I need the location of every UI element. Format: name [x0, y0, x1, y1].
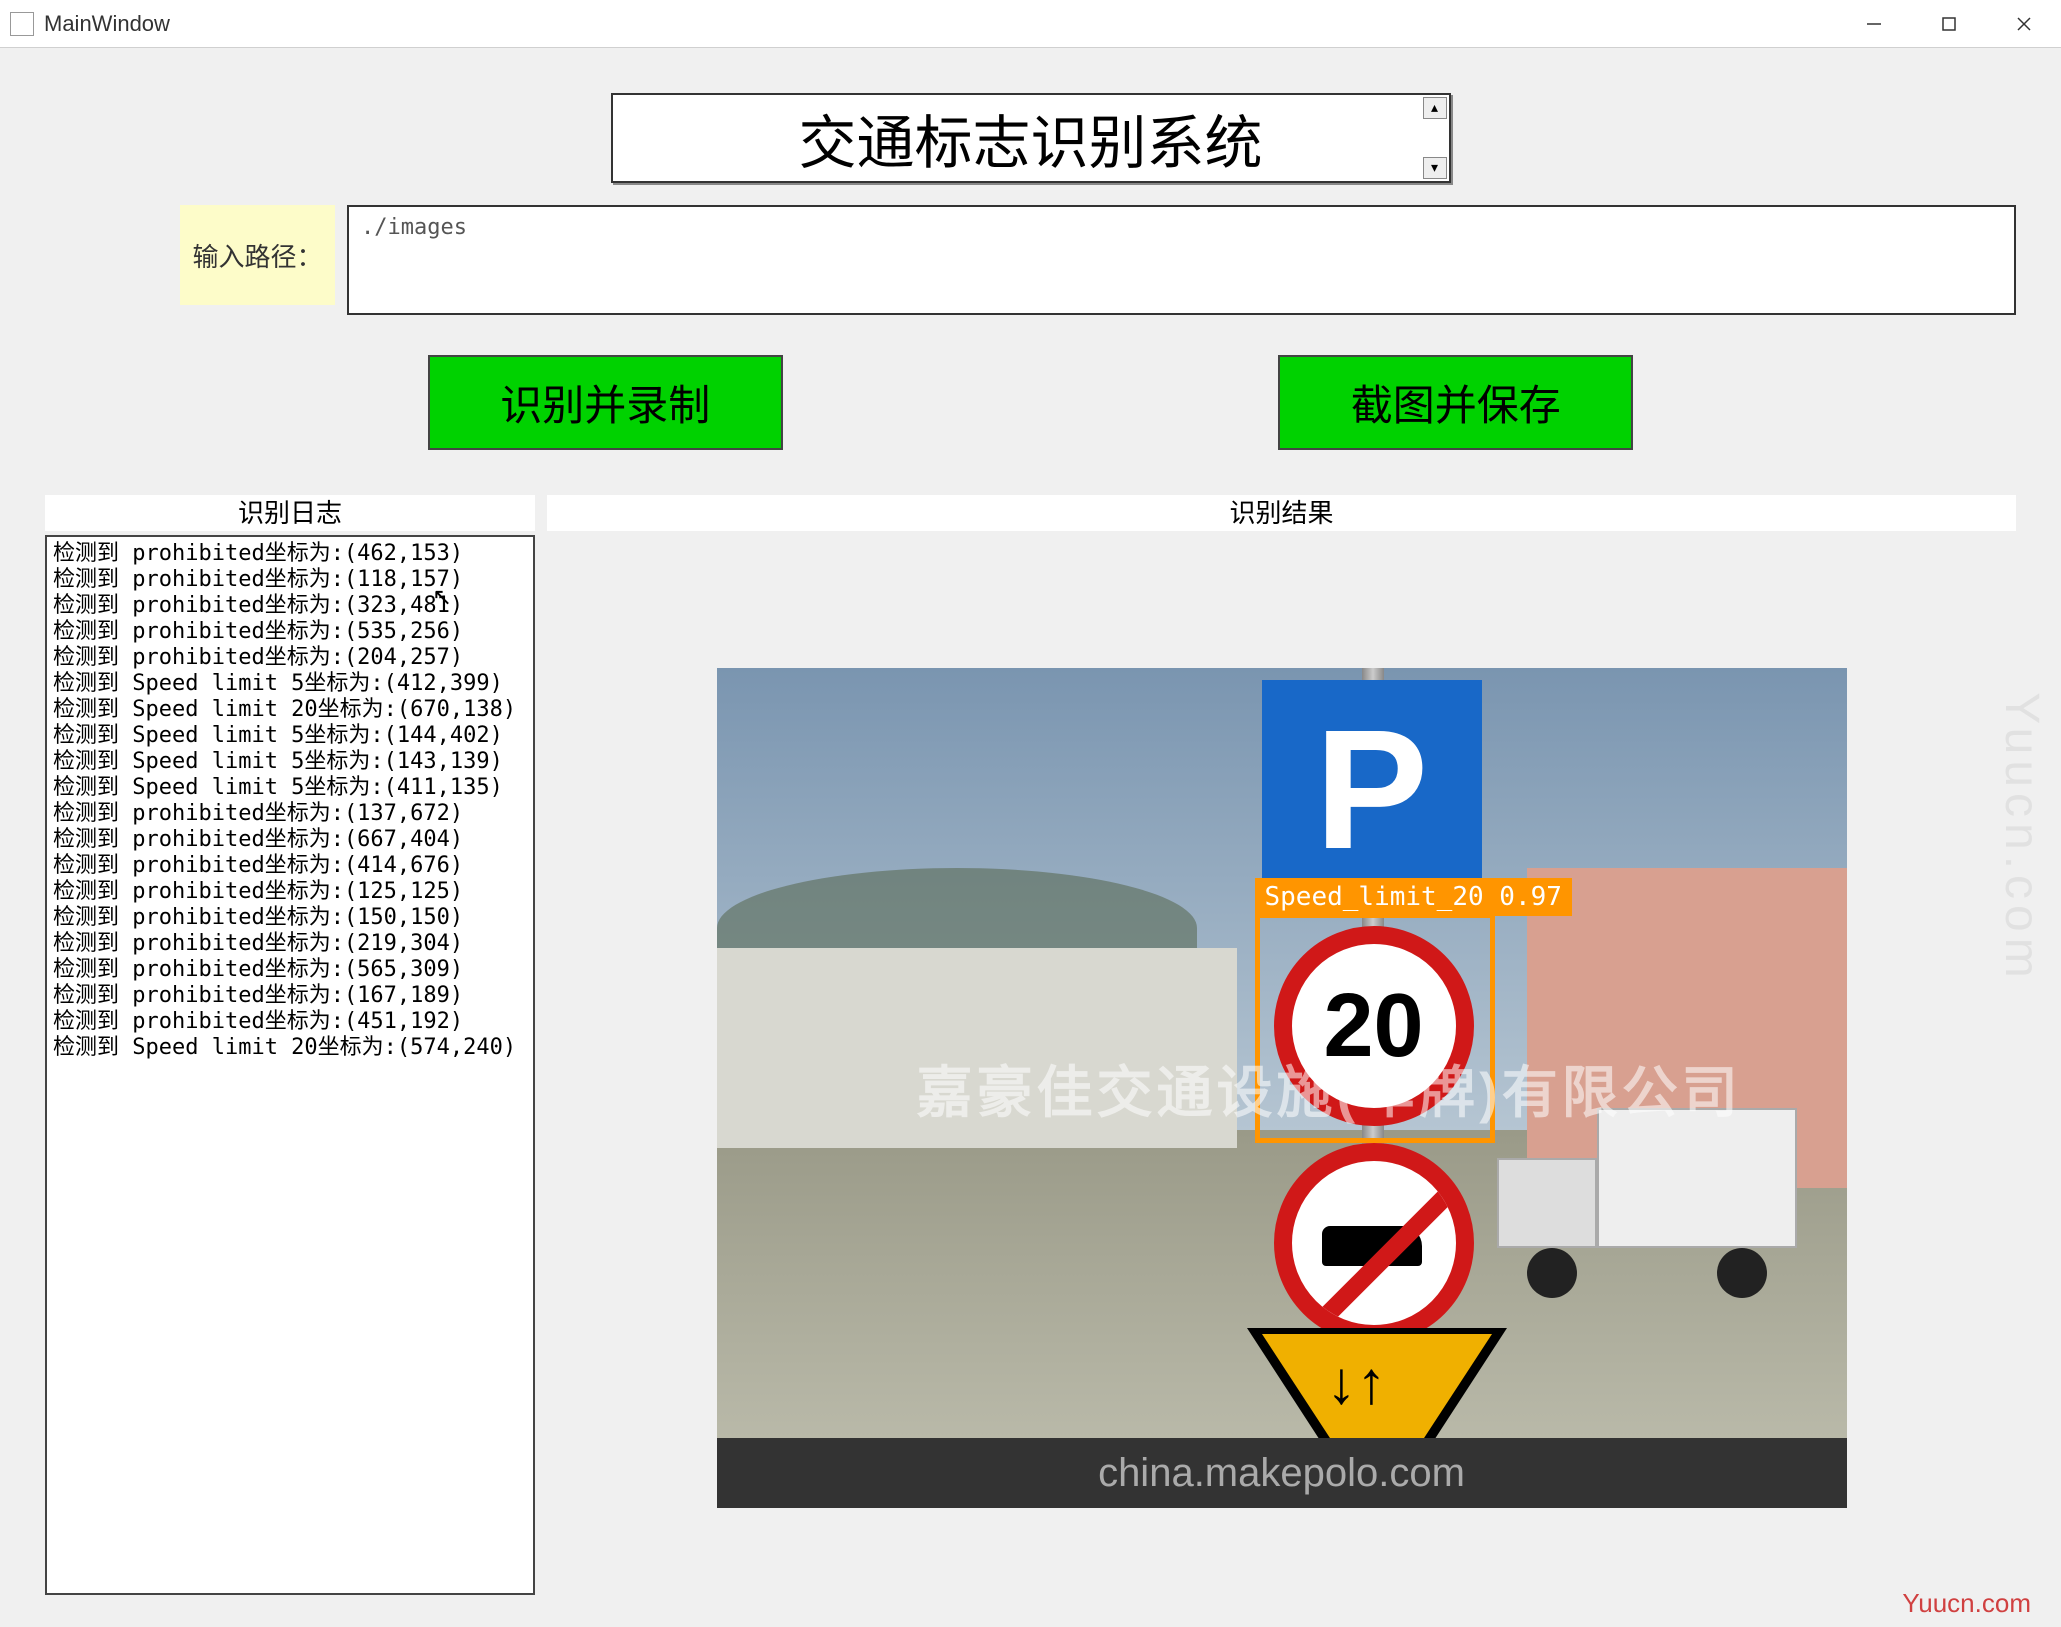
- minimize-icon: [1865, 15, 1883, 33]
- log-list[interactable]: 检测到 prohibited坐标为:(462,153)检测到 prohibite…: [45, 535, 535, 1595]
- content-area: 交通标志识别系统 ▴ ▾ 输入路径： 识别并录制 截图并保存 识别日志 检测到 …: [0, 48, 2061, 1627]
- main-window: MainWindow 交通标志识别系统 ▴ ▾ 输入路径：: [0, 0, 2061, 1627]
- banner-scroll[interactable]: ▴ ▾: [1423, 97, 1447, 179]
- cursor-icon: ↖: [432, 583, 452, 612]
- page-footer-watermark: Yuucn.com: [1902, 1588, 2031, 1619]
- log-line: 检测到 prohibited坐标为:(414,676): [53, 853, 527, 879]
- close-button[interactable]: [1986, 0, 2061, 47]
- parking-sign: P: [1262, 680, 1482, 900]
- image-watermark-bottom: china.makepolo.com: [717, 1438, 1847, 1508]
- truck-wheel: [1527, 1248, 1577, 1298]
- window-controls: [1836, 0, 2061, 47]
- log-line: 检测到 Speed limit 5坐标为:(412,399): [53, 671, 527, 697]
- log-line: 检测到 Speed limit 20坐标为:(574,240): [53, 1035, 527, 1061]
- page-side-watermark: Yuucn.com: [1994, 692, 2049, 983]
- log-line: 检测到 Speed limit 5坐标为:(143,139): [53, 749, 527, 775]
- result-header: 识别结果: [547, 495, 2016, 531]
- window-title: MainWindow: [44, 11, 170, 37]
- path-row: 输入路径：: [0, 205, 2061, 315]
- banner-title: 交通标志识别系统: [798, 96, 1262, 180]
- path-label: 输入路径：: [180, 205, 335, 305]
- app-banner: 交通标志识别系统 ▴ ▾: [611, 93, 1451, 183]
- lower-panels: 识别日志 检测到 prohibited坐标为:(462,153)检测到 proh…: [0, 495, 2061, 1595]
- result-column: 识别结果 P Speed_limit_20 0.97 20: [547, 495, 2016, 1595]
- titlebar: MainWindow: [0, 0, 2061, 48]
- recognize-record-button[interactable]: 识别并录制: [428, 355, 783, 450]
- log-line: 检测到 prohibited坐标为:(167,189): [53, 983, 527, 1009]
- log-line: 检测到 prohibited坐标为:(323,481): [53, 593, 527, 619]
- log-line: 检测到 prohibited坐标为:(125,125): [53, 879, 527, 905]
- titlebar-left: MainWindow: [0, 11, 170, 37]
- log-line: 检测到 prohibited坐标为:(219,304): [53, 931, 527, 957]
- log-line: 检测到 prohibited坐标为:(118,157): [53, 567, 527, 593]
- log-line: 检测到 prohibited坐标为:(451,192): [53, 1009, 527, 1035]
- truck-box: [1597, 1108, 1797, 1248]
- maximize-button[interactable]: [1911, 0, 1986, 47]
- log-line: 检测到 prohibited坐标为:(565,309): [53, 957, 527, 983]
- button-row: 识别并录制 截图并保存: [0, 355, 2061, 450]
- image-truck: [1497, 1108, 1797, 1308]
- log-line: 检测到 prohibited坐标为:(137,672): [53, 801, 527, 827]
- app-icon: [10, 12, 34, 36]
- no-car-sign: [1274, 1143, 1474, 1343]
- detection-label: Speed_limit_20 0.97: [1255, 878, 1572, 916]
- log-line: 检测到 Speed limit 20坐标为:(670,138): [53, 697, 527, 723]
- truck-cab: [1497, 1158, 1597, 1248]
- scroll-down-icon[interactable]: ▾: [1423, 157, 1447, 179]
- close-icon: [2015, 15, 2033, 33]
- log-line: 检测到 prohibited坐标为:(535,256): [53, 619, 527, 645]
- minimize-button[interactable]: [1836, 0, 1911, 47]
- result-area: P Speed_limit_20 0.97 20 ↓↑: [547, 581, 2016, 1595]
- log-line: 检测到 Speed limit 5坐标为:(411,135): [53, 775, 527, 801]
- path-input[interactable]: [347, 205, 2016, 315]
- log-header: 识别日志: [45, 495, 535, 531]
- log-line: 检测到 prohibited坐标为:(667,404): [53, 827, 527, 853]
- log-line: 检测到 prohibited坐标为:(204,257): [53, 645, 527, 671]
- log-line: 检测到 prohibited坐标为:(150,150): [53, 905, 527, 931]
- result-image: P Speed_limit_20 0.97 20 ↓↑: [717, 668, 1847, 1508]
- log-line: 检测到 Speed limit 5坐标为:(144,402): [53, 723, 527, 749]
- screenshot-save-button[interactable]: 截图并保存: [1278, 355, 1633, 450]
- log-column: 识别日志 检测到 prohibited坐标为:(462,153)检测到 proh…: [45, 495, 535, 1595]
- log-line: 检测到 prohibited坐标为:(462,153): [53, 541, 527, 567]
- maximize-icon: [1940, 15, 1958, 33]
- truck-wheel: [1717, 1248, 1767, 1298]
- scroll-up-icon[interactable]: ▴: [1423, 97, 1447, 119]
- two-way-traffic-icon: ↓↑: [1327, 1348, 1387, 1417]
- image-watermark-center: 嘉豪佳交通设施(车牌)有限公司: [917, 1048, 1742, 1129]
